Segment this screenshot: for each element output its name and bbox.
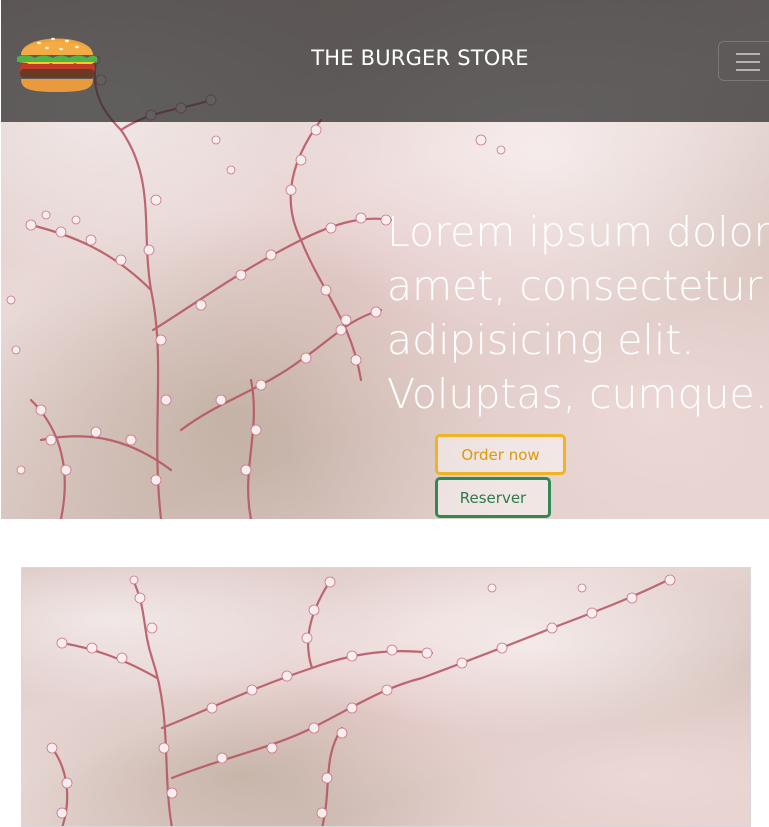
- hero-headline: Lorem ipsum dolor sit amet, consectetur …: [387, 208, 769, 418]
- brand-title[interactable]: THE BURGER STORE: [1, 46, 769, 70]
- blossom-photo: [21, 567, 751, 827]
- reserve-button[interactable]: Reserver: [435, 477, 551, 518]
- hero-section: THE BURGER STORE Lorem ipsum dolor sit a…: [1, 0, 769, 519]
- navbar: THE BURGER STORE: [1, 0, 769, 122]
- hamburger-menu-icon[interactable]: [718, 41, 769, 81]
- order-now-button[interactable]: Order now: [435, 434, 566, 475]
